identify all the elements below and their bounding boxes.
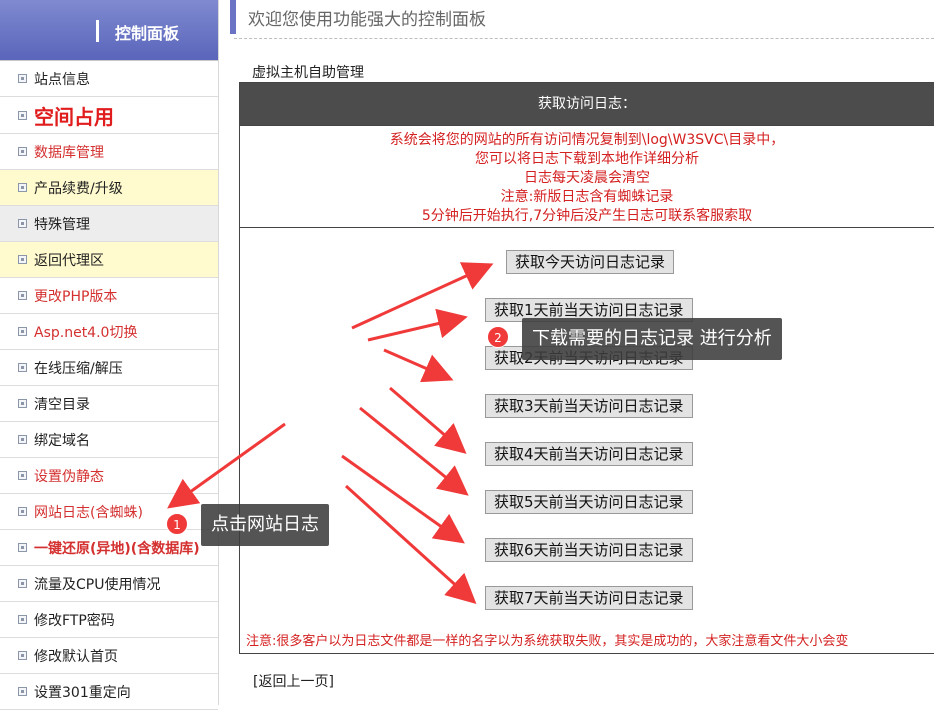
sidebar-item-label: 数据库管理 [34,144,104,161]
sidebar-item-label: 站点信息 [34,71,90,88]
sidebar-item[interactable]: 返回代理区 [0,242,218,278]
sidebar-item[interactable]: 修改FTP密码 [0,602,218,638]
sidebar-header-divider [96,20,99,42]
sidebar-item[interactable]: 产品续费/升级 [0,170,218,206]
sidebar-item[interactable]: 在线压缩/解压 [0,350,218,386]
sidebar-item-label: 修改默认首页 [34,648,118,665]
log-buttons-area: 获取今天访问日志记录获取1天前当天访问日志记录获取2天前当天访问日志记录获取3天… [240,227,934,628]
sidebar-item[interactable]: 站点信息 [0,61,218,97]
back-link[interactable]: [返回上一页] [253,671,334,691]
sidebar-item-label: 网站日志(含蜘蛛) [34,504,143,521]
sidebar-nav: 站点信息空间占用数据库管理产品续费/升级 特殊管理返回代理区更改PHP版本 Asp.… [0,61,218,710]
sidebar-item-label: 流量及CPU使用情况 [34,576,161,593]
footer-note: 注意:很多客户以为日志文件都是一样的名字以为系统获取失败，其实是成功的，大家注意… [246,634,849,649]
header-divider [234,38,934,39]
bullet-icon [18,399,27,408]
notice-line: 日志每天凌晨会清空 [524,170,650,186]
log-panel: 获取访问日志： 系统会将您的网站的所有访问情况复制到\log\W3SVC\目录中… [239,82,934,654]
bullet-icon [18,543,27,552]
sidebar-item-label: 产品续费/升级 [34,180,123,197]
sidebar-item[interactable]: 清空目录 [0,386,218,422]
sidebar-item-label: 返回代理区 [34,252,104,269]
sidebar-item-label: 更改PHP版本 [34,288,118,305]
notice-line: 5分钟后开始执行,7分钟后没产生日志可联系客服索取 [421,208,753,224]
sidebar-item-label: 设置301重定向 [34,684,131,701]
sidebar-item-label: 绑定域名 [34,432,90,449]
sidebar-item-label: 修改FTP密码 [34,612,115,629]
bullet-icon [18,471,27,480]
page-header: 欢迎您使用功能强大的控制面板 [230,0,934,34]
notice-block: 系统会将您的网站的所有访问情况复制到\log\W3SVC\目录中， 您可以将日志下… [240,125,934,227]
bullet-icon [18,687,27,696]
sidebar-item-label: 一键还原(异地)(含数据库) [34,540,200,557]
bullet-icon [18,74,27,83]
get-log-button[interactable]: 获取今天访问日志记录 [506,250,675,274]
notice-line: 注意:新版日志含有蜘蛛记录 [500,189,674,205]
sidebar-header-title: 控制面板 [115,24,180,43]
bullet-icon [18,435,27,444]
panel-header: 获取访问日志： [240,83,934,125]
sidebar-item-label: 清空目录 [34,396,90,413]
sidebar-header: 控制面板 [0,0,218,61]
get-log-button[interactable]: 获取5天前当天访问日志记录 [485,490,693,514]
notice-line: 系统会将您的网站的所有访问情况复制到\log\W3SVC\目录中， [389,132,785,148]
bullet-icon [18,110,27,120]
sidebar-item[interactable]: 设置伪静态 [0,458,218,494]
sidebar-item[interactable]: 修改默认首页 [0,638,218,674]
section-title: 虚拟主机自助管理 [252,65,364,81]
header-accent-bar [230,0,236,34]
bullet-icon [18,579,27,588]
bullet-icon [18,363,27,372]
get-log-button[interactable]: 获取4天前当天访问日志记录 [485,442,693,466]
sidebar-item-label: 在线压缩/解压 [34,360,123,377]
sidebar-item[interactable]: 空间占用 [0,97,218,134]
sidebar-item[interactable]: Asp.net4.0切换 [0,314,218,350]
sidebar-item[interactable]: 一键还原(异地)(含数据库) [0,530,218,566]
sidebar-item[interactable]: 流量及CPU使用情况 [0,566,218,602]
bullet-icon [18,147,27,156]
sidebar-item-label: 设置伪静态 [34,468,104,485]
sidebar-item[interactable]: 更改PHP版本 [0,278,218,314]
bullet-icon [18,183,27,192]
step-2-callout: 下载需要的日志记录 进行分析 [522,318,782,360]
bullet-icon [18,651,27,660]
bullet-icon [18,327,27,336]
sidebar-item[interactable]: 绑定域名 [0,422,218,458]
sidebar: 控制面板 站点信息空间占用数据库管理产品续费/升级 特殊管理返回代理区更改PHP版… [0,0,219,710]
get-log-button[interactable]: 获取7天前当天访问日志记录 [485,586,693,610]
sidebar-item[interactable]: 数据库管理 [0,134,218,170]
step-1-badge: 1 [166,513,188,535]
bullet-icon [18,219,27,228]
sidebar-item-label: 空间占用 [34,104,114,129]
step-2-badge: 2 [487,326,509,348]
sidebar-item[interactable]: 特殊管理 [0,206,218,242]
bullet-icon [18,255,27,264]
step-1-callout: 点击网站日志 [201,504,329,546]
page-title: 欢迎您使用功能强大的控制面板 [248,10,486,30]
bullet-icon [18,507,27,516]
get-log-button[interactable]: 获取3天前当天访问日志记录 [485,394,693,418]
bullet-icon [18,291,27,300]
bullet-icon [18,615,27,624]
notice-line: 您可以将日志下载到本地作详细分析 [475,151,699,167]
sidebar-item-label: 特殊管理 [34,216,90,233]
get-log-button[interactable]: 获取6天前当天访问日志记录 [485,538,693,562]
sidebar-item-label: Asp.net4.0切换 [34,324,138,341]
